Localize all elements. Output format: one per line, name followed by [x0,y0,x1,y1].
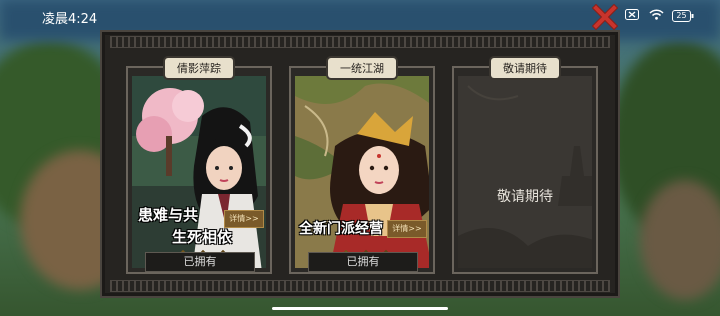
card-art-qianying: 患难与共 生死相依 详情>> [132,76,266,268]
home-indicator[interactable] [272,307,448,310]
card-title-tag: 一统江湖 [328,58,396,78]
fret-border-bottom [110,280,610,292]
detail-button[interactable]: 详情>> [387,220,427,238]
close-button[interactable] [591,3,619,31]
mode-card-qianying[interactable]: 患难与共 生死相依 详情>> 倩影萍踪 [126,58,272,274]
battery-level: 25 [676,11,687,20]
card-slogan-line2: 生死相依 [172,228,233,246]
card-title-tag: 敬请期待 [491,58,559,78]
fret-border-top [110,36,610,48]
mode-card-coming-soon: 敬请期待 敬请期待 [452,58,598,274]
coming-soon-text: 敬请期待 [497,189,553,205]
status-icons: 25 [625,9,694,23]
status-time: 凌晨4:24 [42,12,98,27]
card-title-tag: 倩影萍踪 [165,58,233,78]
card-slogan-line1: 全新门派经营 [299,221,383,237]
mode-select-panel: 患难与共 生死相依 详情>> 倩影萍踪 全新门派经营 详情>> 一统江湖 敬请期… [100,30,620,298]
owned-status-label: 已拥有 [308,252,418,272]
mode-card-yitong[interactable]: 全新门派经营 详情>> 一统江湖 [289,58,435,274]
card-art-yitong: 全新门派经营 详情>> [295,76,429,268]
detail-button[interactable]: 详情>> [224,210,264,228]
battery-x-icon [625,9,641,23]
close-icon [591,3,619,31]
wifi-icon [649,9,664,23]
card-art-coming-soon: 敬请期待 [458,76,592,268]
owned-status-label: 已拥有 [145,252,255,272]
card-slogan-line1: 患难与共 [138,206,199,224]
battery-icon: 25 [672,10,694,22]
